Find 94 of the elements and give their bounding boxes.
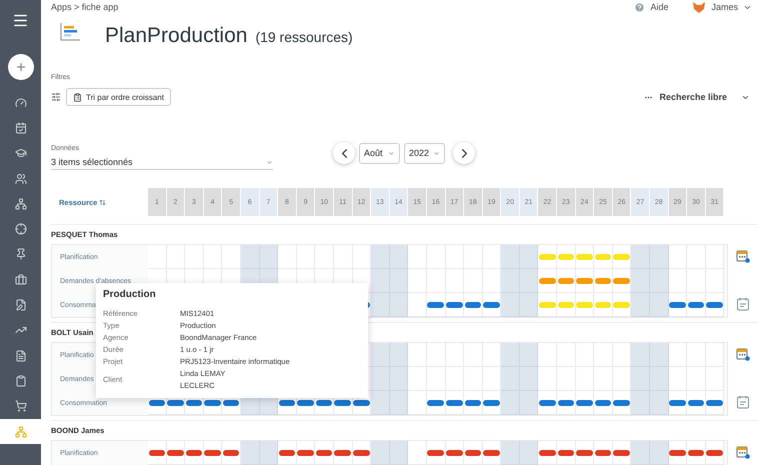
planning-bar[interactable] xyxy=(483,450,500,456)
planning-bar[interactable] xyxy=(334,400,352,406)
calendar-note-icon[interactable] xyxy=(736,395,750,409)
planning-bar[interactable] xyxy=(222,400,240,406)
planning-bar[interactable] xyxy=(688,450,704,456)
crosshair-icon xyxy=(14,223,26,236)
edit-file-icon xyxy=(14,299,26,312)
planning-bar[interactable] xyxy=(594,400,612,406)
planning-bar[interactable] xyxy=(669,400,686,406)
next-month-button[interactable] xyxy=(453,142,475,164)
planning-bar[interactable] xyxy=(167,450,184,456)
planning-bar[interactable] xyxy=(576,400,593,406)
planning-bar[interactable] xyxy=(669,302,686,308)
planning-bar[interactable] xyxy=(204,450,221,456)
caret-icon xyxy=(433,150,440,156)
planning-bar[interactable] xyxy=(427,450,444,456)
cart-icon xyxy=(14,400,26,412)
planning-bar[interactable] xyxy=(688,400,704,406)
planning-bar[interactable] xyxy=(222,450,240,456)
planning-bar[interactable] xyxy=(613,400,630,406)
caret-icon xyxy=(388,150,395,156)
fox-avatar-icon[interactable] xyxy=(692,0,706,14)
planning-bar[interactable] xyxy=(464,400,482,406)
breadcrumb[interactable]: Apps > fiche app xyxy=(51,2,118,12)
planning-bar[interactable] xyxy=(576,450,593,456)
planning-bar[interactable] xyxy=(558,400,574,406)
month-select[interactable]: Août xyxy=(359,142,400,164)
graduation-cap-icon xyxy=(14,147,26,160)
help-link[interactable]: Aide xyxy=(650,2,668,12)
planning-bar[interactable] xyxy=(558,450,574,456)
free-search-button[interactable]: Recherche libre xyxy=(644,92,750,102)
pin-icon xyxy=(14,248,26,260)
planning-bar[interactable] xyxy=(297,400,314,406)
planning-bar[interactable] xyxy=(297,450,314,456)
planning-bar[interactable] xyxy=(483,400,500,406)
clipboard-icon xyxy=(14,374,26,387)
planning-bar[interactable] xyxy=(316,400,332,406)
planning-bar[interactable] xyxy=(334,450,352,456)
planning-bar[interactable] xyxy=(204,400,221,406)
filter-settings-icon[interactable] xyxy=(51,92,61,102)
planning-bar[interactable] xyxy=(353,400,370,406)
calendar-badge-icon[interactable] xyxy=(736,347,750,361)
planning-bar[interactable] xyxy=(148,400,166,406)
planning-bar[interactable] xyxy=(427,302,444,308)
planning-bar[interactable] xyxy=(538,400,556,406)
planning-bar[interactable] xyxy=(613,450,630,456)
document-icon xyxy=(14,350,26,362)
resource-count: (19 ressources) xyxy=(255,29,353,45)
planning-bar[interactable] xyxy=(464,302,482,308)
network-icon xyxy=(14,426,26,438)
calendar-badge-icon[interactable] xyxy=(736,249,750,263)
data-select[interactable]: 3 items sélectionnés xyxy=(51,155,273,170)
planning-bar[interactable] xyxy=(316,450,332,456)
planning-bar[interactable] xyxy=(446,302,463,308)
planning-bar[interactable] xyxy=(706,450,723,456)
planning-bar[interactable] xyxy=(186,450,202,456)
planning-bar[interactable] xyxy=(148,450,166,456)
gauge-icon xyxy=(14,96,26,109)
tooltip-title: Production xyxy=(103,289,157,300)
users-icon xyxy=(14,172,26,185)
sort-button[interactable]: Tri par ordre croissant xyxy=(66,88,171,106)
planning-bar[interactable] xyxy=(483,302,500,308)
planning-bar[interactable] xyxy=(446,400,463,406)
year-select[interactable]: 2022 xyxy=(404,142,445,164)
sort-icon xyxy=(99,198,106,206)
planning-bar[interactable] xyxy=(427,400,444,406)
planning-bar[interactable] xyxy=(186,400,202,406)
nav-item[interactable] xyxy=(0,418,41,444)
network-icon xyxy=(14,198,26,210)
caret-icon xyxy=(266,158,273,166)
planning-bar[interactable] xyxy=(594,450,612,456)
briefcase-icon xyxy=(14,274,26,286)
planning-bar[interactable] xyxy=(446,450,463,456)
planning-bar[interactable] xyxy=(706,302,723,308)
page-title: PlanProduction xyxy=(105,24,248,48)
planning-bar[interactable] xyxy=(688,302,704,308)
planning-bar[interactable] xyxy=(706,400,723,406)
calendar-icon xyxy=(14,122,26,134)
previous-month-button[interactable] xyxy=(333,142,355,164)
planning-bar[interactable] xyxy=(538,450,556,456)
calendar-badge-icon[interactable] xyxy=(736,445,750,459)
chart-logo-icon xyxy=(59,22,81,42)
planning-bar[interactable] xyxy=(167,400,184,406)
calendar-note-icon[interactable] xyxy=(736,297,750,311)
add-button[interactable] xyxy=(8,54,34,80)
plus-icon xyxy=(14,61,26,73)
planning-bar[interactable] xyxy=(278,450,296,456)
user-name[interactable]: James xyxy=(711,2,738,12)
planning-bar[interactable] xyxy=(278,400,296,406)
planning-bar[interactable] xyxy=(464,450,482,456)
list-icon xyxy=(73,92,82,102)
help-icon[interactable] xyxy=(634,2,646,12)
planning-bar[interactable] xyxy=(353,450,370,456)
planning-bar[interactable] xyxy=(669,450,686,456)
